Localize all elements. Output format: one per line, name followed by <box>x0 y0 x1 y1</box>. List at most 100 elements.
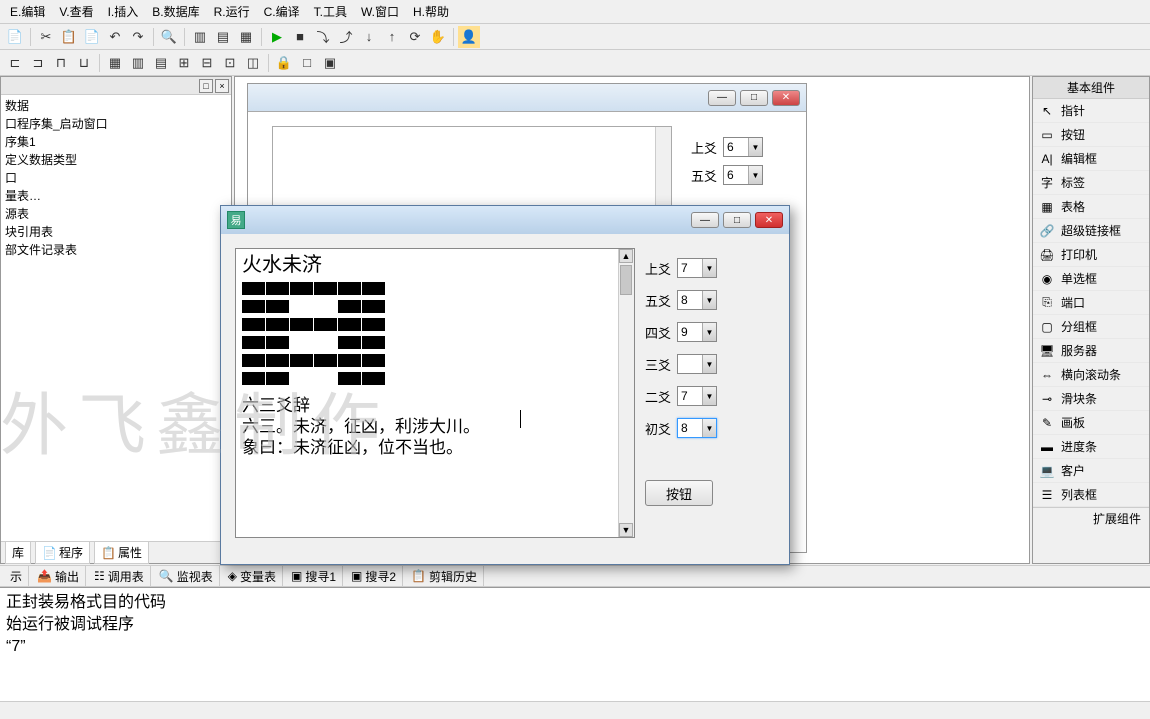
grid4-icon[interactable]: ⊞ <box>173 52 195 74</box>
tab-search2[interactable]: ▣搜寻2 <box>345 566 403 587</box>
combo-siyao[interactable]: 9▼ <box>677 322 717 342</box>
align2-icon[interactable]: ⊐ <box>27 52 49 74</box>
find-icon[interactable]: 🔍 <box>158 26 180 48</box>
tab-watch[interactable]: 🔍监视表 <box>153 566 220 587</box>
palette-listbox[interactable]: ☰列表框 <box>1033 483 1149 507</box>
menu-view[interactable]: V.查看 <box>53 1 99 22</box>
tab-calltable[interactable]: ☷调用表 <box>88 566 151 587</box>
dlg-maximize-icon[interactable]: □ <box>723 212 751 228</box>
scroll-down-icon[interactable]: ▼ <box>619 523 633 537</box>
step5-icon[interactable]: ⟳ <box>404 26 426 48</box>
menu-window[interactable]: W.窗口 <box>355 1 405 22</box>
bg-combo-shang[interactable]: 6▼ <box>723 137 763 157</box>
undo-icon[interactable]: ↶ <box>104 26 126 48</box>
menu-insert[interactable]: I.插入 <box>102 1 145 22</box>
align1-icon[interactable]: ⊏ <box>4 52 26 74</box>
dlg-minimize-icon[interactable]: — <box>691 212 719 228</box>
chevron-down-icon[interactable]: ▼ <box>702 355 716 373</box>
tree-item[interactable]: 序集1 <box>5 133 227 151</box>
menu-database[interactable]: B.数据库 <box>146 1 205 22</box>
maximize-icon[interactable]: □ <box>740 90 768 106</box>
stop-icon[interactable]: ■ <box>289 26 311 48</box>
combo-wuyao[interactable]: 8▼ <box>677 290 717 310</box>
chevron-down-icon[interactable]: ▼ <box>702 419 716 437</box>
cut-icon[interactable]: ✂ <box>35 26 57 48</box>
palette-progress[interactable]: ▬进度条 <box>1033 435 1149 459</box>
textarea-scrollbar[interactable]: ▲ ▼ <box>618 249 634 537</box>
new-icon[interactable]: 📄 <box>4 26 26 48</box>
bg-combo-wu[interactable]: 6▼ <box>723 165 763 185</box>
combo-shangyao[interactable]: 7▼ <box>677 258 717 278</box>
palette-editbox[interactable]: A|编辑框 <box>1033 147 1149 171</box>
align4-icon[interactable]: ⊔ <box>73 52 95 74</box>
person-icon[interactable]: 👤 <box>458 26 480 48</box>
palette-groupbox[interactable]: ▢分组框 <box>1033 315 1149 339</box>
chevron-down-icon[interactable]: ▼ <box>748 138 762 156</box>
palette-canvas[interactable]: ✎画板 <box>1033 411 1149 435</box>
grid2-icon[interactable]: ▥ <box>127 52 149 74</box>
calculate-button[interactable]: 按钮 <box>645 480 713 506</box>
copy-icon[interactable]: 📋 <box>58 26 80 48</box>
combo-eryao[interactable]: 7▼ <box>677 386 717 406</box>
redo-icon[interactable]: ↷ <box>127 26 149 48</box>
chevron-down-icon[interactable]: ▼ <box>702 387 716 405</box>
tree-item[interactable]: 口 <box>5 169 227 187</box>
palette-pointer[interactable]: ↖指针 <box>1033 99 1149 123</box>
tab-show[interactable]: 示 <box>4 566 29 587</box>
tab-search1[interactable]: ▣搜寻1 <box>285 566 343 587</box>
result-textarea[interactable]: 火水未济 六三爻辞 六三。未济，征凶，利涉大川。 象曰：未济征凶，位不当也。 ▲… <box>235 248 635 538</box>
grid1-icon[interactable]: ▦ <box>104 52 126 74</box>
menu-run[interactable]: R.运行 <box>208 1 256 22</box>
minimize-icon[interactable]: — <box>708 90 736 106</box>
grid6-icon[interactable]: ⊡ <box>219 52 241 74</box>
paste-icon[interactable]: 📄 <box>81 26 103 48</box>
palette-slider[interactable]: ⊸滑块条 <box>1033 387 1149 411</box>
hand-icon[interactable]: ✋ <box>427 26 449 48</box>
step1-icon[interactable]: ⤵ <box>312 26 334 48</box>
combo-sanyao[interactable]: ▼ <box>677 354 717 374</box>
layout1-icon[interactable]: ▥ <box>189 26 211 48</box>
palette-printer[interactable]: 🖨打印机 <box>1033 243 1149 267</box>
grid3-icon[interactable]: ▤ <box>150 52 172 74</box>
menu-edit[interactable]: E.编辑 <box>4 1 51 22</box>
palette-label[interactable]: 字标签 <box>1033 171 1149 195</box>
menu-tools[interactable]: T.工具 <box>308 1 353 22</box>
grid7-icon[interactable]: ◫ <box>242 52 264 74</box>
tree-item[interactable]: 源表 <box>5 205 227 223</box>
palette-client[interactable]: 💻客户 <box>1033 459 1149 483</box>
box2-icon[interactable]: ▣ <box>319 52 341 74</box>
menu-help[interactable]: H.帮助 <box>407 1 455 22</box>
lock-icon[interactable]: 🔒 <box>273 52 295 74</box>
layout3-icon[interactable]: ▦ <box>235 26 257 48</box>
layout2-icon[interactable]: ▤ <box>212 26 234 48</box>
step4-icon[interactable]: ↑ <box>381 26 403 48</box>
palette-hyperlink[interactable]: 🔗超级链接框 <box>1033 219 1149 243</box>
palette-button[interactable]: ▭按钮 <box>1033 123 1149 147</box>
palette-server[interactable]: 🖥服务器 <box>1033 339 1149 363</box>
tree-item[interactable]: 块引用表 <box>5 223 227 241</box>
palette-radio[interactable]: ◉单选框 <box>1033 267 1149 291</box>
palette-table[interactable]: ▦表格 <box>1033 195 1149 219</box>
menu-compile[interactable]: C.编译 <box>258 1 306 22</box>
grid5-icon[interactable]: ⊟ <box>196 52 218 74</box>
chevron-down-icon[interactable]: ▼ <box>702 323 716 341</box>
close-icon[interactable]: ✕ <box>772 90 800 106</box>
align3-icon[interactable]: ⊓ <box>50 52 72 74</box>
tab-vartable[interactable]: ◈变量表 <box>222 566 283 587</box>
tab-library[interactable]: 库 <box>5 541 31 564</box>
tab-cliphistory[interactable]: 📋剪辑历史 <box>405 566 484 587</box>
combo-chuyao[interactable]: 8▼ <box>677 418 717 438</box>
panel-close-icon[interactable]: × <box>215 79 229 93</box>
step3-icon[interactable]: ↓ <box>358 26 380 48</box>
chevron-down-icon[interactable]: ▼ <box>702 259 716 277</box>
palette-port[interactable]: ⎘端口 <box>1033 291 1149 315</box>
palette-hscroll[interactable]: ⇔横向滚动条 <box>1033 363 1149 387</box>
chevron-down-icon[interactable]: ▼ <box>748 166 762 184</box>
scroll-thumb[interactable] <box>620 265 632 295</box>
palette-footer[interactable]: 扩展组件 <box>1033 507 1149 529</box>
project-tree[interactable]: 数据 口程序集_启动窗口 序集1 定义数据类型 口 量表… 源表 块引用表 部文… <box>1 95 231 261</box>
panel-min-icon[interactable]: □ <box>199 79 213 93</box>
tree-item[interactable]: 部文件记录表 <box>5 241 227 259</box>
step2-icon[interactable]: ⤴ <box>335 26 357 48</box>
tree-item[interactable]: 口程序集_启动窗口 <box>5 115 227 133</box>
